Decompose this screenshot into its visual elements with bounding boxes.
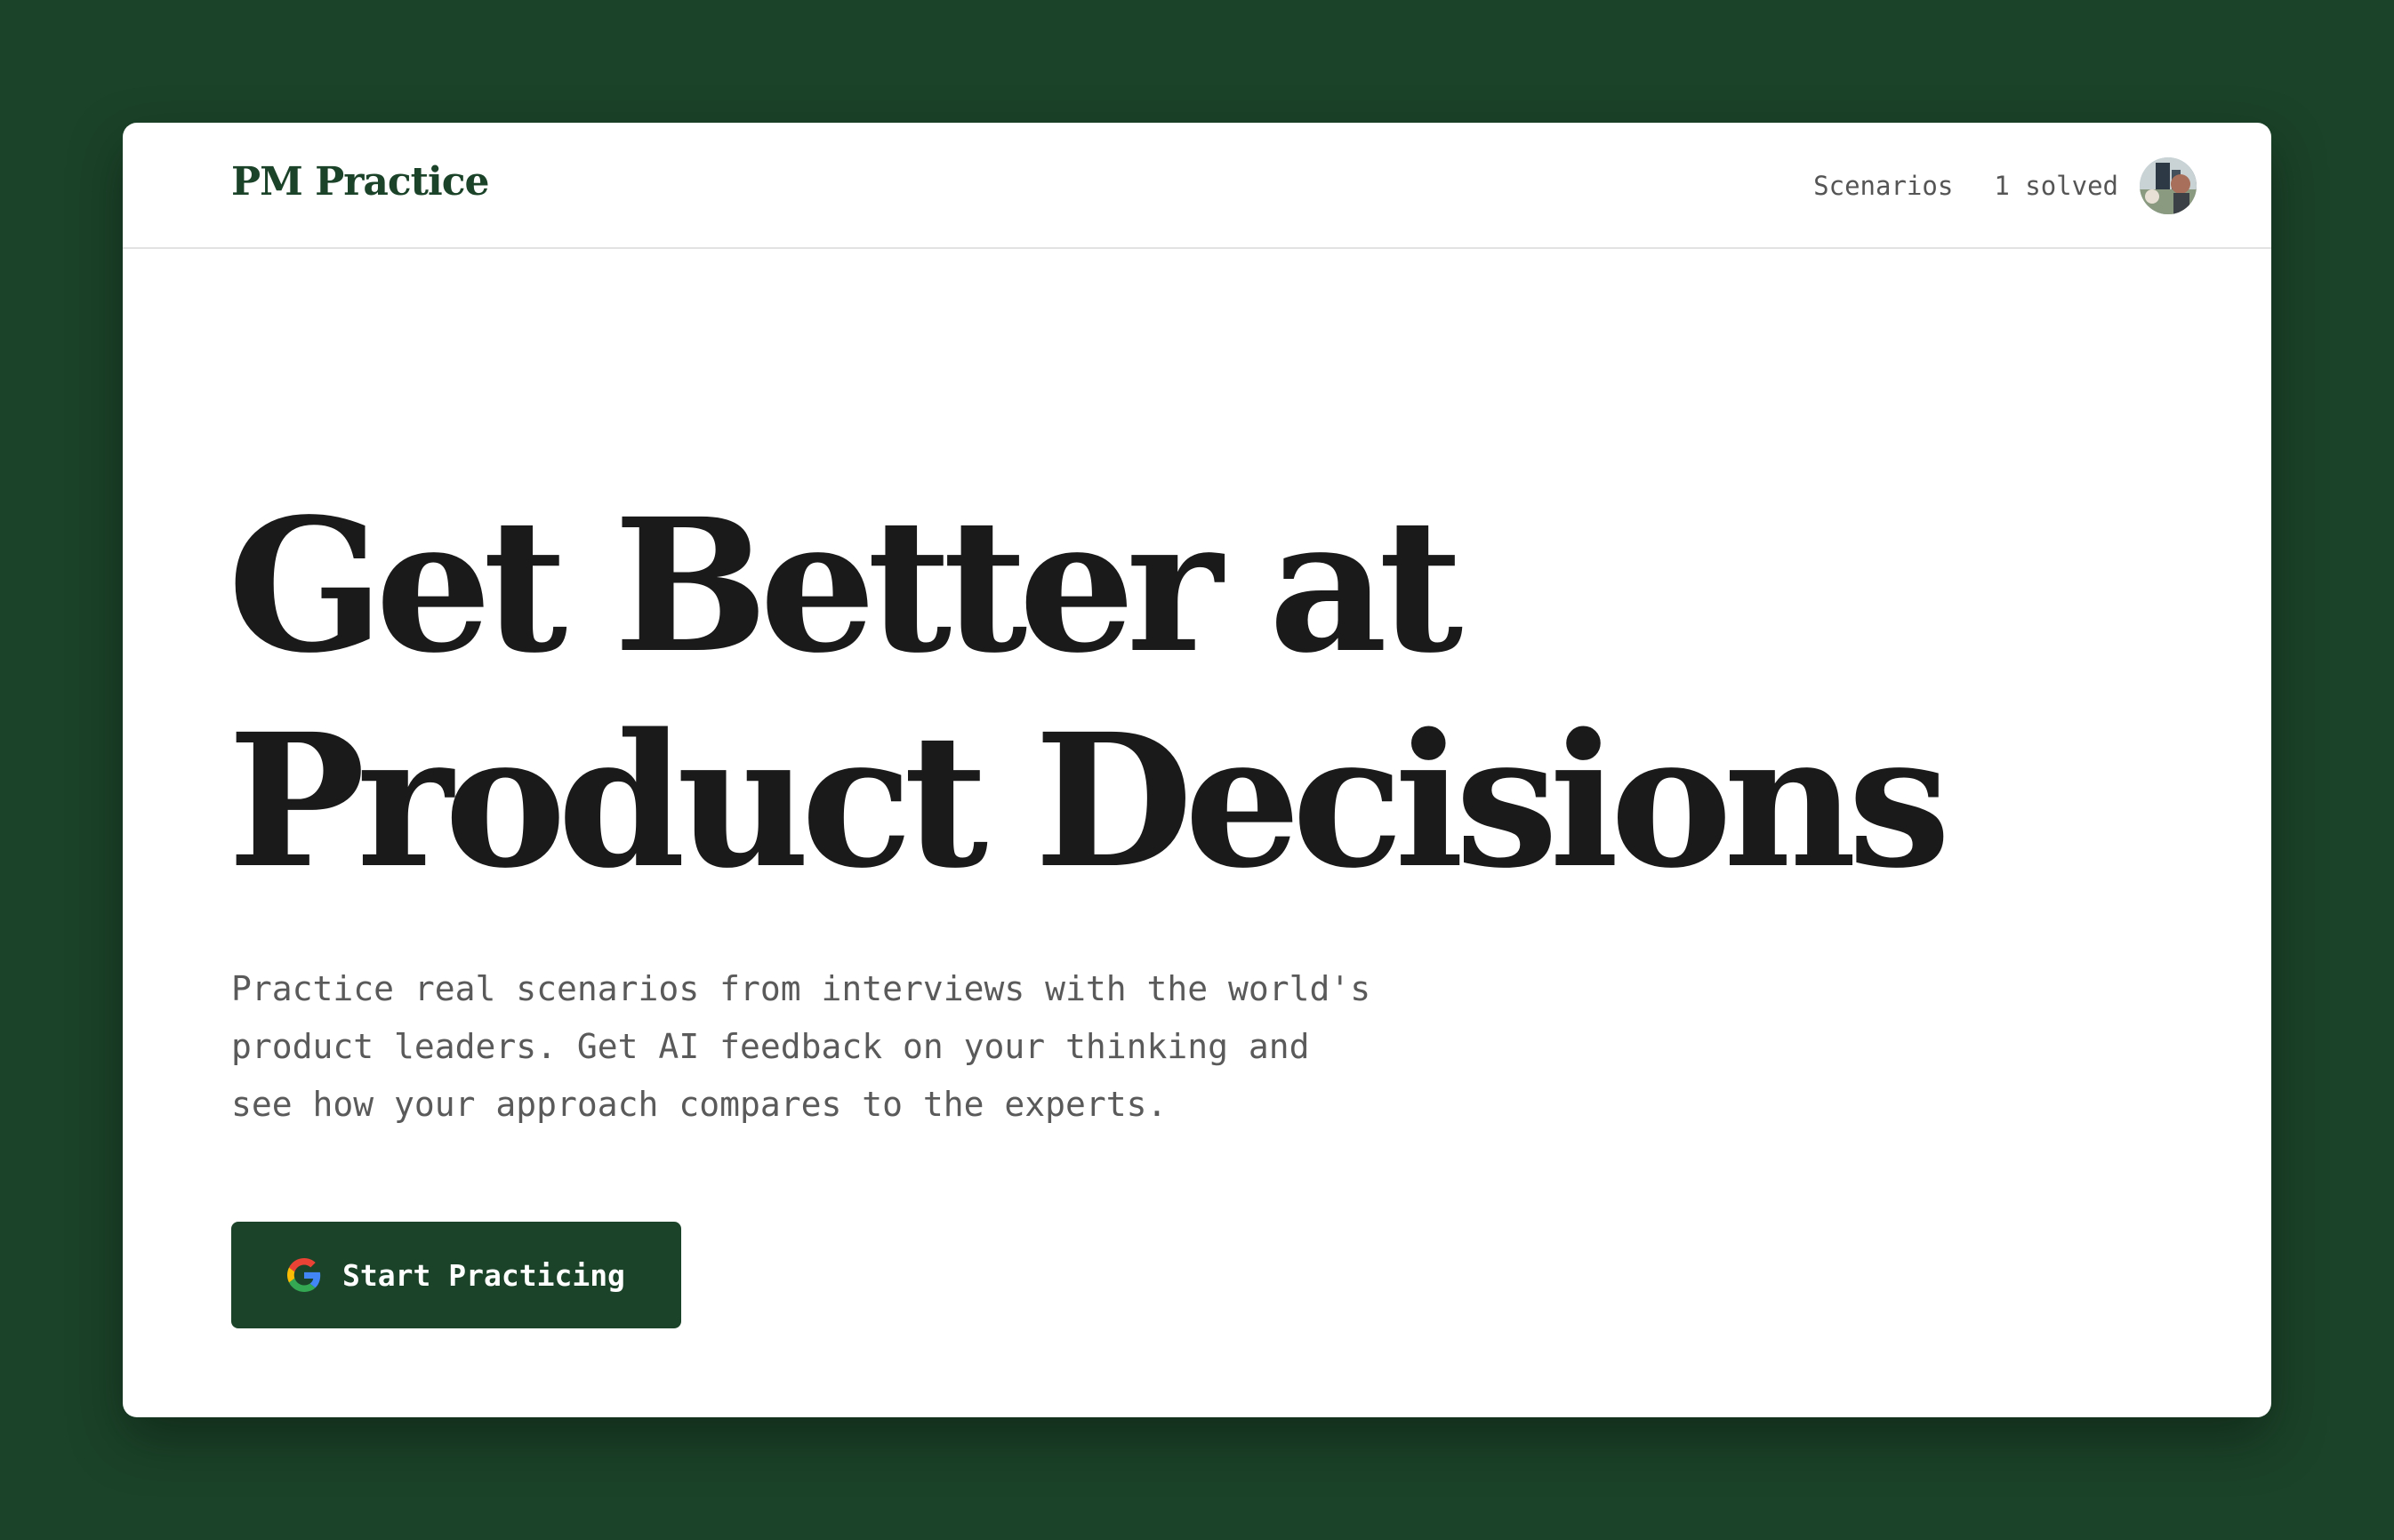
hero-title-line2: Product Decisions xyxy=(228,694,1951,909)
nav-link-scenarios[interactable]: Scenarios xyxy=(1813,171,1953,201)
top-navbar: PM Practice Scenarios 1 solved xyxy=(123,123,2271,249)
hero-title: Get Better at Product Decisions xyxy=(228,478,1951,909)
hero-subtitle: Practice real scenarios from interviews … xyxy=(231,960,1494,1134)
start-practicing-label: Start Practicing xyxy=(342,1257,625,1293)
hero-subtitle-line3: see how your approach compares to the ex… xyxy=(231,1085,1168,1124)
avatar-photo-icon xyxy=(2140,157,2197,214)
hero-title-line1: Get Better at xyxy=(228,478,1463,694)
hero-subtitle-line2: product leaders. Get AI feedback on your… xyxy=(231,1027,1310,1066)
start-practicing-button[interactable]: Start Practicing xyxy=(231,1222,681,1328)
nav-right: Scenarios 1 solved xyxy=(1813,155,2197,217)
hero-subtitle-line1: Practice real scenarios from interviews … xyxy=(231,969,1371,1008)
google-icon xyxy=(287,1258,321,1292)
user-avatar[interactable] xyxy=(2140,157,2197,214)
brand-logo[interactable]: PM Practice xyxy=(231,151,490,213)
solved-count: 1 solved xyxy=(1994,171,2118,201)
main-card: PM Practice Scenarios 1 solved Get Bette… xyxy=(123,123,2271,1417)
